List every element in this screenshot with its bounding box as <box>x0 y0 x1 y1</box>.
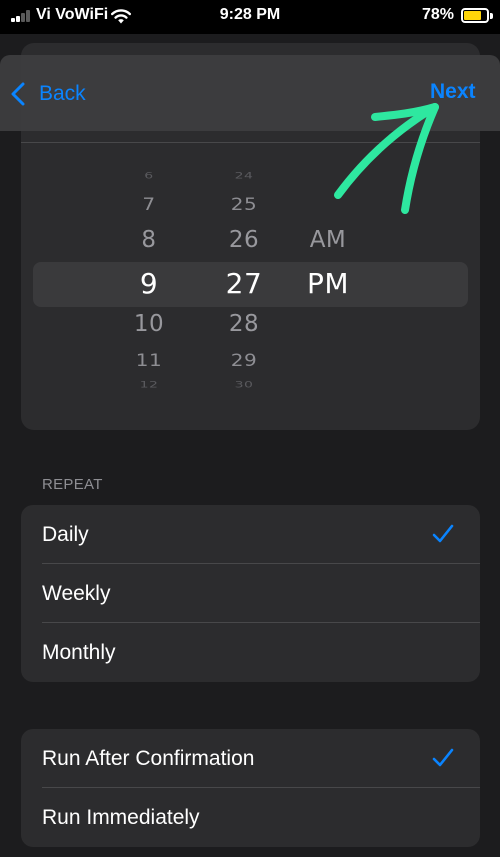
minute-option[interactable]: 25 <box>204 194 284 214</box>
hour-option[interactable]: 8 <box>109 227 189 253</box>
annotation-arrow-icon <box>334 103 439 214</box>
hour-option[interactable]: 6 <box>109 171 189 181</box>
repeat-options-group: Daily Weekly Monthly <box>21 505 480 682</box>
hour-option[interactable]: 10 <box>109 311 189 337</box>
run-mode-option-label: Run Immediately <box>42 806 200 829</box>
repeat-option-daily[interactable]: Daily <box>21 505 480 564</box>
battery-nub <box>490 13 493 19</box>
period-selected[interactable]: PM <box>288 267 368 300</box>
battery-level-fill <box>464 11 481 20</box>
hour-option[interactable]: 11 <box>109 350 189 370</box>
repeat-option-label: Monthly <box>42 641 116 664</box>
period-option[interactable]: AM <box>288 227 368 253</box>
minute-option[interactable]: 29 <box>204 350 284 370</box>
hour-option[interactable]: 7 <box>109 194 189 214</box>
repeat-option-label: Weekly <box>42 582 111 605</box>
checkmark-icon <box>432 524 454 543</box>
battery-percentage: 78% <box>422 6 455 23</box>
minute-option[interactable]: 30 <box>204 380 284 390</box>
repeat-option-monthly[interactable]: Monthly <box>21 623 480 682</box>
minute-option[interactable]: 24 <box>204 171 284 181</box>
checkmark-icon <box>432 748 454 767</box>
run-mode-option-label: Run After Confirmation <box>42 747 255 770</box>
repeat-section-header: REPEAT <box>42 476 103 493</box>
run-mode-options-group: Run After Confirmation Run Immediately <box>21 729 480 847</box>
back-button-label: Back <box>39 82 86 105</box>
back-button[interactable]: Back <box>10 80 86 108</box>
status-bar: Vi VoWiFi 9:28 PM 78% <box>0 0 500 34</box>
minute-option[interactable]: 28 <box>204 311 284 337</box>
hour-selected[interactable]: 9 <box>109 267 189 300</box>
repeat-option-label: Daily <box>42 523 89 546</box>
run-mode-option-run-immediately[interactable]: Run Immediately <box>21 788 480 847</box>
repeat-option-weekly[interactable]: Weekly <box>21 564 480 623</box>
minute-option[interactable]: 26 <box>204 227 284 253</box>
hour-option[interactable]: 12 <box>109 380 189 390</box>
minute-selected[interactable]: 27 <box>204 267 284 300</box>
battery-icon <box>461 8 489 23</box>
run-mode-option-run-after-confirmation[interactable]: Run After Confirmation <box>21 729 480 788</box>
chevron-left-icon <box>11 82 25 106</box>
